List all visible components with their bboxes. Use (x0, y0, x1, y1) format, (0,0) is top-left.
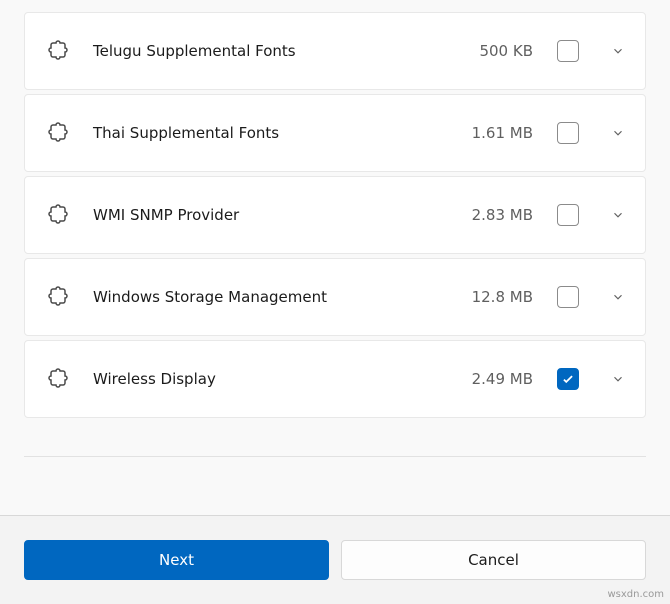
feature-checkbox[interactable] (557, 286, 579, 308)
feature-checkbox[interactable] (557, 122, 579, 144)
chevron-down-icon[interactable] (611, 126, 625, 140)
feature-size: 12.8 MB (472, 288, 533, 306)
feature-list: Telugu Supplemental Fonts 500 KB Thai Su… (0, 0, 670, 446)
next-button[interactable]: Next (24, 540, 329, 580)
feature-checkbox[interactable] (557, 204, 579, 226)
feature-name: Windows Storage Management (93, 288, 448, 306)
feature-size: 1.61 MB (472, 124, 533, 142)
feature-item[interactable]: WMI SNMP Provider 2.83 MB (24, 176, 646, 254)
feature-size: 2.49 MB (472, 370, 533, 388)
puzzle-icon (45, 37, 69, 65)
puzzle-icon (45, 201, 69, 229)
feature-item[interactable]: Telugu Supplemental Fonts 500 KB (24, 12, 646, 90)
feature-name: WMI SNMP Provider (93, 206, 448, 224)
puzzle-icon (45, 119, 69, 147)
watermark: wsxdn.com (607, 589, 664, 600)
feature-item[interactable]: Windows Storage Management 12.8 MB (24, 258, 646, 336)
chevron-down-icon[interactable] (611, 290, 625, 304)
chevron-down-icon[interactable] (611, 372, 625, 386)
feature-name: Thai Supplemental Fonts (93, 124, 448, 142)
feature-size: 2.83 MB (472, 206, 533, 224)
feature-item[interactable]: Wireless Display 2.49 MB (24, 340, 646, 418)
puzzle-icon (45, 365, 69, 393)
cancel-button[interactable]: Cancel (341, 540, 646, 580)
feature-name: Wireless Display (93, 370, 448, 388)
feature-item[interactable]: Thai Supplemental Fonts 1.61 MB (24, 94, 646, 172)
puzzle-icon (45, 283, 69, 311)
feature-checkbox[interactable] (557, 368, 579, 390)
feature-checkbox[interactable] (557, 40, 579, 62)
feature-name: Telugu Supplemental Fonts (93, 42, 455, 60)
feature-size: 500 KB (479, 42, 533, 60)
chevron-down-icon[interactable] (611, 208, 625, 222)
divider (24, 456, 646, 457)
chevron-down-icon[interactable] (611, 44, 625, 58)
footer: Next Cancel (0, 515, 670, 604)
